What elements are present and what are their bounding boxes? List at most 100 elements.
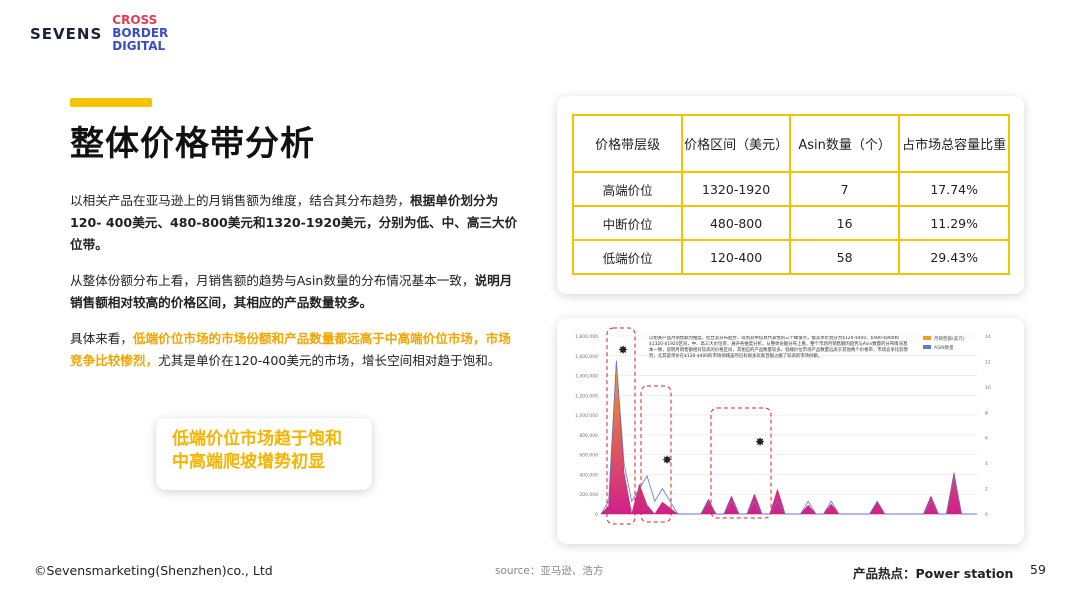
y-left-tick-label: 1,600,000 (575, 354, 598, 360)
x-tick-label: · (652, 519, 656, 522)
peak-star-icon: ✸ (618, 343, 628, 357)
paragraph-1: 以相关产品在亚马逊上的月销售额为维度，结合其分布趋势，根据单价划分为120- 4… (70, 190, 522, 256)
y-left-tick-label: 800,000 (579, 433, 598, 439)
x-tick-label: · (751, 519, 755, 522)
legend-label: ASIN数量 (934, 344, 954, 351)
p2-plain: 从整体份额分布上看，月销售额的趋势与Asin数量的分布情况基本一致， (70, 273, 475, 288)
x-tick-label: · (874, 519, 878, 522)
y-left-tick-label: 600,000 (579, 453, 598, 459)
x-tick-label: · (828, 519, 832, 522)
x-tick-label: · (644, 519, 648, 522)
x-tick-label: · (836, 519, 840, 522)
x-tick-label: · (759, 519, 763, 522)
x-tick-label: · (705, 519, 709, 522)
cell-tier: 中断价位 (571, 205, 684, 241)
x-tick-label: · (728, 519, 732, 522)
logo-cross-border-digital: CROSS BORDER DIGITAL (112, 14, 168, 53)
footer-copyright: ©Sevensmarketing(Shenzhen)co., Ltd (34, 563, 273, 578)
table-row: 中断价位 480-800 16 11.29% (571, 205, 1010, 241)
p3-tail: 尤其是单价在120-400美元的市场，增长空间相对趋于饱和。 (158, 353, 501, 368)
cell-tier: 高端价位 (571, 171, 684, 207)
y-left-tick-label: 200,000 (579, 492, 598, 498)
x-tick-label: · (935, 519, 939, 522)
logo-sevens-text: SEVENS (30, 24, 103, 43)
y-right-tick-label: 0 (985, 512, 988, 518)
y-right-tick-label: 12 (985, 359, 991, 365)
y-right-tick-label: 2 (985, 487, 988, 493)
cell-asin: 58 (788, 239, 901, 275)
x-tick-label: · (866, 519, 870, 522)
callout-line-1: 低端价位市场趋于饱和 (172, 429, 342, 449)
x-tick-label: · (629, 519, 633, 522)
y-right-tick-label: 4 (985, 461, 988, 467)
x-tick-label: · (797, 519, 801, 522)
x-tick-label: · (636, 519, 640, 522)
x-tick-label: · (889, 519, 893, 522)
header-tier: 价格带层级 (571, 114, 684, 173)
table-row: 低端价位 120-400 58 29.43% (571, 239, 1010, 275)
price-band-table: 价格带层级 价格区间（美元） Asin数量（个） 占市场总容量比重 高端价位 1… (571, 114, 1010, 275)
peak-star-icon: ✸ (662, 453, 672, 467)
logo-line-3: DIGITAL (112, 39, 166, 53)
x-tick-label: · (698, 519, 702, 522)
cell-share: 29.43% (898, 239, 1010, 275)
y-right-tick-label: 14 (985, 334, 991, 340)
highlight-box (710, 407, 772, 519)
x-tick-label: · (820, 519, 824, 522)
cell-tier: 低端价位 (571, 239, 684, 275)
x-tick-label: · (843, 519, 847, 522)
chart-annotation-text: 以相关产品月销售额为维度，结合其分布趋势，得到其中较具代表性的三个峰值点，据其单… (649, 336, 909, 359)
header-asin: Asin数量（个） (788, 114, 901, 173)
x-tick-label: · (859, 519, 863, 522)
peak-star-icon: ✸ (755, 435, 765, 449)
x-tick-label: · (774, 519, 778, 522)
x-tick-label: · (958, 519, 962, 522)
callout-box: 低端价位市场趋于饱和 中高端爬坡增势初显 (156, 418, 372, 490)
x-tick-label: · (897, 519, 901, 522)
x-tick-label: · (598, 519, 602, 522)
legend-swatch (923, 336, 931, 340)
cell-asin: 7 (788, 171, 901, 207)
sales-chart-card: 1,800,000 1,600,000 1,400,000 1,200,000 1,00… (557, 318, 1024, 544)
y-right-tick-label: 8 (985, 410, 988, 416)
x-tick-label: · (813, 519, 817, 522)
x-tick-label: · (882, 519, 886, 522)
x-tick-label: · (912, 519, 916, 522)
y-left-tick-label: 400,000 (579, 472, 598, 478)
x-tick-label: · (905, 519, 909, 522)
legend-label: 月销售额(美元) (934, 335, 965, 342)
y-right-tick-label: 10 (985, 385, 991, 391)
header-share: 占市场总容量比重 (898, 114, 1010, 173)
chart-annotation: 以相关产品月销售额为维度，结合其分布趋势，得到其中较具代表性的三个峰值点，据其单… (649, 336, 909, 359)
x-tick-label: · (736, 519, 740, 522)
table-row: 高端价位 1320-1920 7 17.74% (571, 171, 1010, 207)
header-range: 价格区间（美元） (681, 114, 791, 173)
cell-share: 17.74% (898, 171, 1010, 207)
cell-share: 11.29% (898, 205, 1010, 241)
paragraph-2: 从整体份额分布上看，月销售额的趋势与Asin数量的分布情况基本一致，说明月销售额… (70, 270, 522, 314)
footer-topic: 产品热点：Power station (853, 566, 1014, 581)
table-header-row: 价格带层级 价格区间（美元） Asin数量（个） 占市场总容量比重 (571, 114, 1010, 173)
x-tick-label: · (943, 519, 947, 522)
x-tick-label: · (851, 519, 855, 522)
cell-range: 480-800 (681, 205, 791, 241)
x-tick-label: · (790, 519, 794, 522)
x-tick-label: · (721, 519, 725, 522)
price-table-card: 价格带层级 价格区间（美元） Asin数量（个） 占市场总容量比重 高端价位 1… (557, 96, 1024, 294)
y-left-tick-label: 1,200,000 (575, 393, 598, 399)
callout-line-2: 中高端爬坡增势初显 (172, 452, 325, 472)
y-left-tick-label: 0 (595, 512, 598, 518)
y-left-tick-label: 1,000,000 (575, 413, 598, 419)
x-tick-label: · (621, 519, 625, 522)
x-tick-label: · (690, 519, 694, 522)
x-tick-label: · (675, 519, 679, 522)
paragraph-3: 具体来看，低端价位市场的市场份额和产品数量都远高于中高端价位市场，市场竞争比较惨… (70, 328, 522, 372)
cell-range: 1320-1920 (681, 171, 791, 207)
x-tick-label: · (782, 519, 786, 522)
x-tick-label: · (713, 519, 717, 522)
sales-area-chart: 1,800,000 1,600,000 1,400,000 1,200,000 1,00… (575, 327, 991, 525)
page-title: 整体价格带分析 (70, 124, 315, 164)
x-tick-label: · (805, 519, 809, 522)
x-tick-label: · (767, 519, 771, 522)
p1-plain: 以相关产品在亚马逊上的月销售额为维度，结合其分布趋势， (70, 193, 411, 208)
